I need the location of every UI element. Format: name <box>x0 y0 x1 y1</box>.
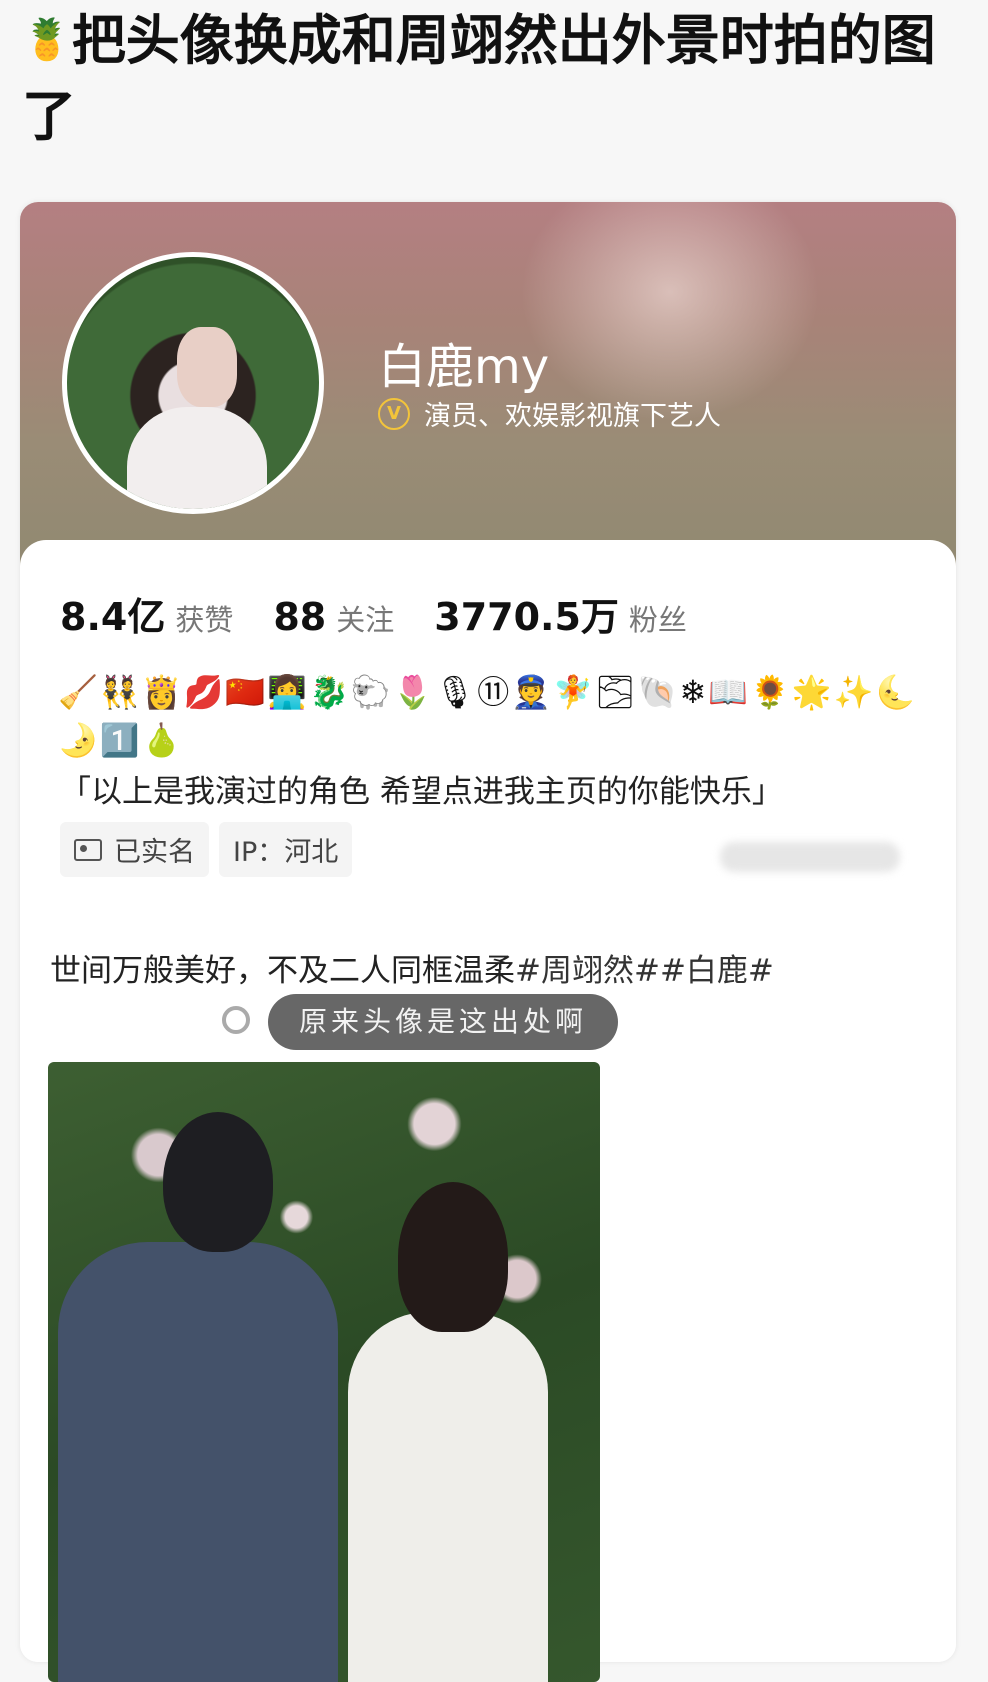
avatar[interactable] <box>62 252 324 514</box>
post-text-block: 世间万般美好，不及二人同框温柔#周翊然##白鹿# <box>50 945 890 997</box>
headline: 🍍把头像换成和周翊然出外景时拍的图了 <box>22 2 952 155</box>
avatar-face <box>177 327 237 407</box>
radio-circle-icon[interactable] <box>222 1006 250 1034</box>
photo-head-man <box>163 1112 273 1252</box>
post-hashtags[interactable]: #周翊然##白鹿# <box>515 953 774 989</box>
caption-pill: 原来头像是这出处啊 <box>268 994 618 1050</box>
avatar-figure <box>127 407 267 509</box>
profile-name: 白鹿my <box>378 339 550 395</box>
photo-head-woman <box>398 1182 508 1332</box>
verified-icon: V <box>378 397 410 430</box>
headline-text: 把头像换成和周翊然出外景时拍的图了 <box>22 9 936 148</box>
post-photo[interactable] <box>48 1062 600 1682</box>
post-text: 世间万般美好，不及二人同框温柔 <box>50 953 515 989</box>
photo-figure-man <box>58 1242 338 1682</box>
banner-glow <box>520 202 820 422</box>
photo-figure-woman <box>348 1312 548 1682</box>
verification-text: 演员、欢娱影视旗下艺人 <box>424 401 721 432</box>
pineapple-icon: 🍍 <box>22 17 72 63</box>
post-area: 世间万般美好，不及二人同框温柔#周翊然##白鹿# 原来头像是这出处啊 <box>20 540 956 1682</box>
verification-row: V 演员、欢娱影视旗下艺人 <box>378 394 721 433</box>
